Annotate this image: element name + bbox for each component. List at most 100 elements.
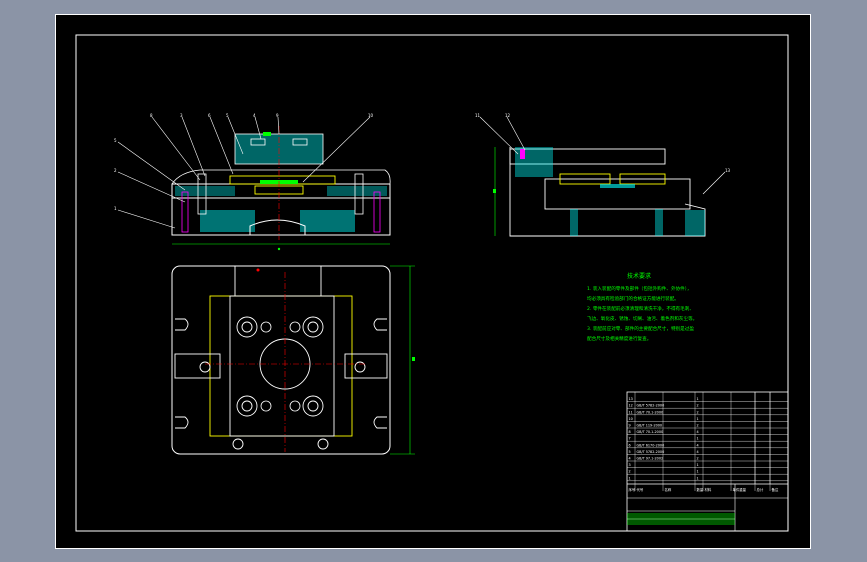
title-block-cell: 4 [629, 457, 631, 461]
title-block-cell: 4 [697, 430, 699, 434]
side-post-1 [570, 209, 578, 236]
title-block-cell: GB/T 6170-2000 [637, 443, 665, 447]
side-dim-mark [493, 189, 496, 193]
title-block-rows: 13 112 GB/T 5782-2000 211 GB/T 70.1-2000 210 1… [627, 392, 788, 491]
title-block-cell: 1 [697, 463, 699, 467]
top-view [171, 265, 415, 455]
title-block-cell: 1 [697, 476, 699, 480]
drawing-canvas: 8 3 6 5 4 9 10 5 2 1 11 12 13 技术要求 1. 装入… [55, 14, 811, 549]
balloon-5-top: 5 [226, 113, 229, 118]
balloon-12: 12 [505, 113, 511, 118]
title-block-header-cell: 代号 [637, 487, 644, 492]
leader-2 [117, 171, 186, 203]
drawing-sheet: 8 3 6 5 4 9 10 5 2 1 11 12 13 技术要求 1. 装入… [55, 14, 811, 549]
leader-1 [117, 209, 176, 229]
title-block-cell: GB/T 70.1-2000 [637, 430, 664, 434]
title-block-cell: 7 [629, 437, 631, 441]
side-post-2 [655, 209, 663, 236]
title-block-cell: 8 [629, 430, 631, 434]
title-block-cell: GB/T 119-2000 [637, 424, 663, 428]
title-block-header-cell: 名称 [665, 487, 672, 492]
side-workpiece [600, 184, 635, 188]
top-base-outline [171, 265, 391, 455]
leader-5b [117, 141, 186, 191]
balloon-4: 4 [253, 113, 256, 118]
tech-req-line-6: 配合尺寸及相关精度进行复查。 [587, 335, 651, 342]
title-block-cell: GB/T 5782-2000 [637, 404, 665, 408]
front-section-view: 8 3 6 5 4 9 10 5 2 1 [114, 113, 391, 251]
marker-top [263, 132, 271, 136]
top-dim-mark [412, 357, 415, 361]
leader-3 [181, 116, 206, 177]
balloon-5-left: 5 [114, 138, 117, 143]
top-clamp-outline [234, 265, 322, 297]
title-block-cell: 6 [629, 443, 631, 447]
front-dim-text-mark [277, 247, 281, 251]
hatch-top-right [327, 186, 387, 196]
tech-req-line-1: 1. 装入装配的零件及部件（包括外购件、外协件）， [587, 285, 692, 292]
title-block-cell: 13 [629, 397, 633, 401]
leader-11 [479, 116, 519, 155]
clamp-pin [256, 268, 260, 272]
slot-right-lower [373, 416, 387, 429]
top-right-lug [344, 353, 388, 379]
bolt-ur [289, 316, 324, 338]
bolt-ul [236, 316, 272, 338]
balloon-3: 3 [180, 113, 183, 118]
bolt-ll [236, 395, 272, 417]
tech-req-line-2: 均必须具有检验部门的合格证方能进行装配。 [587, 295, 679, 302]
leader-6 [209, 116, 234, 175]
title-block-cell: 3 [629, 463, 631, 467]
lug-hole-left [199, 361, 211, 373]
balloon-2: 2 [114, 168, 117, 173]
slot-right-upper [373, 318, 387, 331]
balloon-10: 10 [368, 113, 374, 118]
title-block-cell: GB/T 70.1-2000 [637, 410, 664, 414]
title-block-cell: 2 [697, 404, 699, 408]
tech-req-line-3: 2. 零件在装配前必须清理和清洗干净，不得有毛刺、 [587, 305, 694, 312]
title-block-header-cell: 总计 [757, 487, 764, 492]
bolt-lr [289, 395, 324, 417]
center-arch [249, 219, 306, 235]
title-block-cell: 2 [697, 457, 699, 461]
title-block: 13 112 GB/T 5782-2000 211 GB/T 70.1-2000 210 1… [626, 391, 789, 532]
title-block-cell: 1 [697, 397, 699, 401]
outer-frame [55, 14, 811, 549]
title-block-cell: 9 [629, 424, 631, 428]
top-left-lug [174, 353, 221, 379]
balloon-1: 1 [114, 206, 117, 211]
title-block-header-cell: 单件重量 [733, 487, 747, 492]
title-block-cell: 4 [697, 450, 699, 454]
balloon-13: 13 [725, 168, 731, 173]
hatch-right [300, 210, 355, 232]
title-block-cell: 1 [697, 417, 699, 421]
side-view: 11 12 13 [475, 113, 731, 237]
title-block-cell: GB/T 97.1-2002 [637, 457, 664, 461]
title-block-cell: 1 [697, 470, 699, 474]
title-block-header-cell: 数量 [697, 487, 704, 492]
title-block-cell: 10 [629, 417, 633, 421]
dowel-left [232, 438, 244, 450]
technical-requirements: 技术要求 1. 装入装配的零件及部件（包括外购件、外协件）， 均必须具有检验部门… [587, 272, 697, 342]
lug-hole-right [354, 361, 366, 373]
title-block-stamp-area [627, 513, 735, 525]
leader-12 [506, 116, 526, 151]
side-plate [544, 178, 691, 210]
leader-13 [702, 171, 726, 195]
slot-left-upper [175, 318, 189, 331]
title-block-cell: 2 [697, 424, 699, 428]
hatch-left [200, 210, 255, 232]
dowel-right [317, 438, 329, 450]
title-block-cell: 4 [697, 443, 699, 447]
title-block-cell: GB/T 5782-2000 [637, 450, 665, 454]
side-pin [520, 149, 525, 159]
top-fixture-plate [209, 295, 353, 437]
balloon-11: 11 [475, 113, 481, 118]
title-block-header-cell: 备注 [772, 487, 779, 492]
inner-frame [75, 34, 789, 532]
tech-req-title: 技术要求 [627, 272, 651, 280]
balloon-9: 9 [276, 113, 279, 118]
leader-9 [277, 116, 280, 135]
slot-left-lower [175, 416, 189, 429]
title-block-header-cell: 材料 [705, 487, 712, 492]
